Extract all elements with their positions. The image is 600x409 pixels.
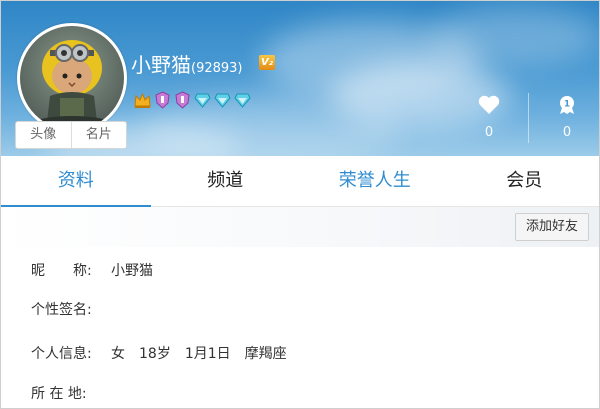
zodiac-value: 摩羯座 [244,346,287,362]
tab-honor[interactable]: 荣誉人生 [300,156,450,206]
info-row-signature: 个性签名: [31,299,111,319]
profile-window: 头像 名片 小野猫(92893) V₂ 0 1 0 资料 频道 荣誉人生 会员 … [0,0,600,409]
rank-stat[interactable]: 1 0 [547,95,587,140]
heart-icon [478,95,500,114]
profile-tabs: 资料 频道 荣誉人生 会员 [1,156,599,207]
nickname-text: 小野猫 [131,53,191,77]
like-count: 0 [484,125,494,140]
info-row-personal: 个人信息: 女 18岁 1月1日 摩羯座 [31,343,301,363]
info-toolbar [1,207,599,247]
cloud-decoration [431,6,599,66]
cyan-diamond-icon[interactable] [234,91,251,109]
purple-shield-icon[interactable] [174,91,191,109]
crown-icon[interactable] [134,91,151,109]
avatar-tab-portrait[interactable]: 头像 [16,122,71,148]
cyan-diamond-icon[interactable] [194,91,211,109]
cyan-diamond-icon[interactable] [214,91,231,109]
age-value: 18岁 [139,346,171,362]
personal-info-values: 女 18岁 1月1日 摩羯座 [111,346,301,362]
info-row-nickname: 昵 称: 小野猫 [31,260,153,280]
svg-text:1: 1 [564,100,570,110]
nickname-value: 小野猫 [111,263,153,279]
avatar-image [20,26,124,130]
signature-label: 个性签名: [31,302,92,318]
medal-row [134,91,251,109]
avatar[interactable] [17,23,127,133]
location-label: 所 在 地: [31,386,87,402]
personal-info-label: 个人信息: [31,346,92,362]
rank-count: 0 [562,125,572,140]
add-friend-button[interactable]: 添加好友 [515,213,589,241]
like-stat[interactable]: 0 [469,95,509,140]
user-id: (92893) [191,61,243,76]
stat-divider [528,93,529,143]
profile-nickname: 小野猫(92893) [131,49,243,78]
medal-ribbon-icon: 1 [560,96,574,114]
avatar-tabs: 头像 名片 [15,121,127,149]
info-row-location: 所 在 地: [31,383,111,403]
tab-membership[interactable]: 会员 [450,156,600,206]
tab-channel[interactable]: 频道 [151,156,301,206]
birthday-value: 1月1日 [184,346,231,362]
gender-value: 女 [111,346,125,362]
profile-header: 头像 名片 小野猫(92893) V₂ 0 1 0 [1,1,599,156]
avatar-tab-card[interactable]: 名片 [70,122,127,148]
nickname-label: 昵 称: [31,263,92,279]
tab-profile[interactable]: 资料 [1,156,151,207]
purple-shield-icon[interactable] [154,91,171,109]
vip-badge: V₂ [259,55,275,70]
